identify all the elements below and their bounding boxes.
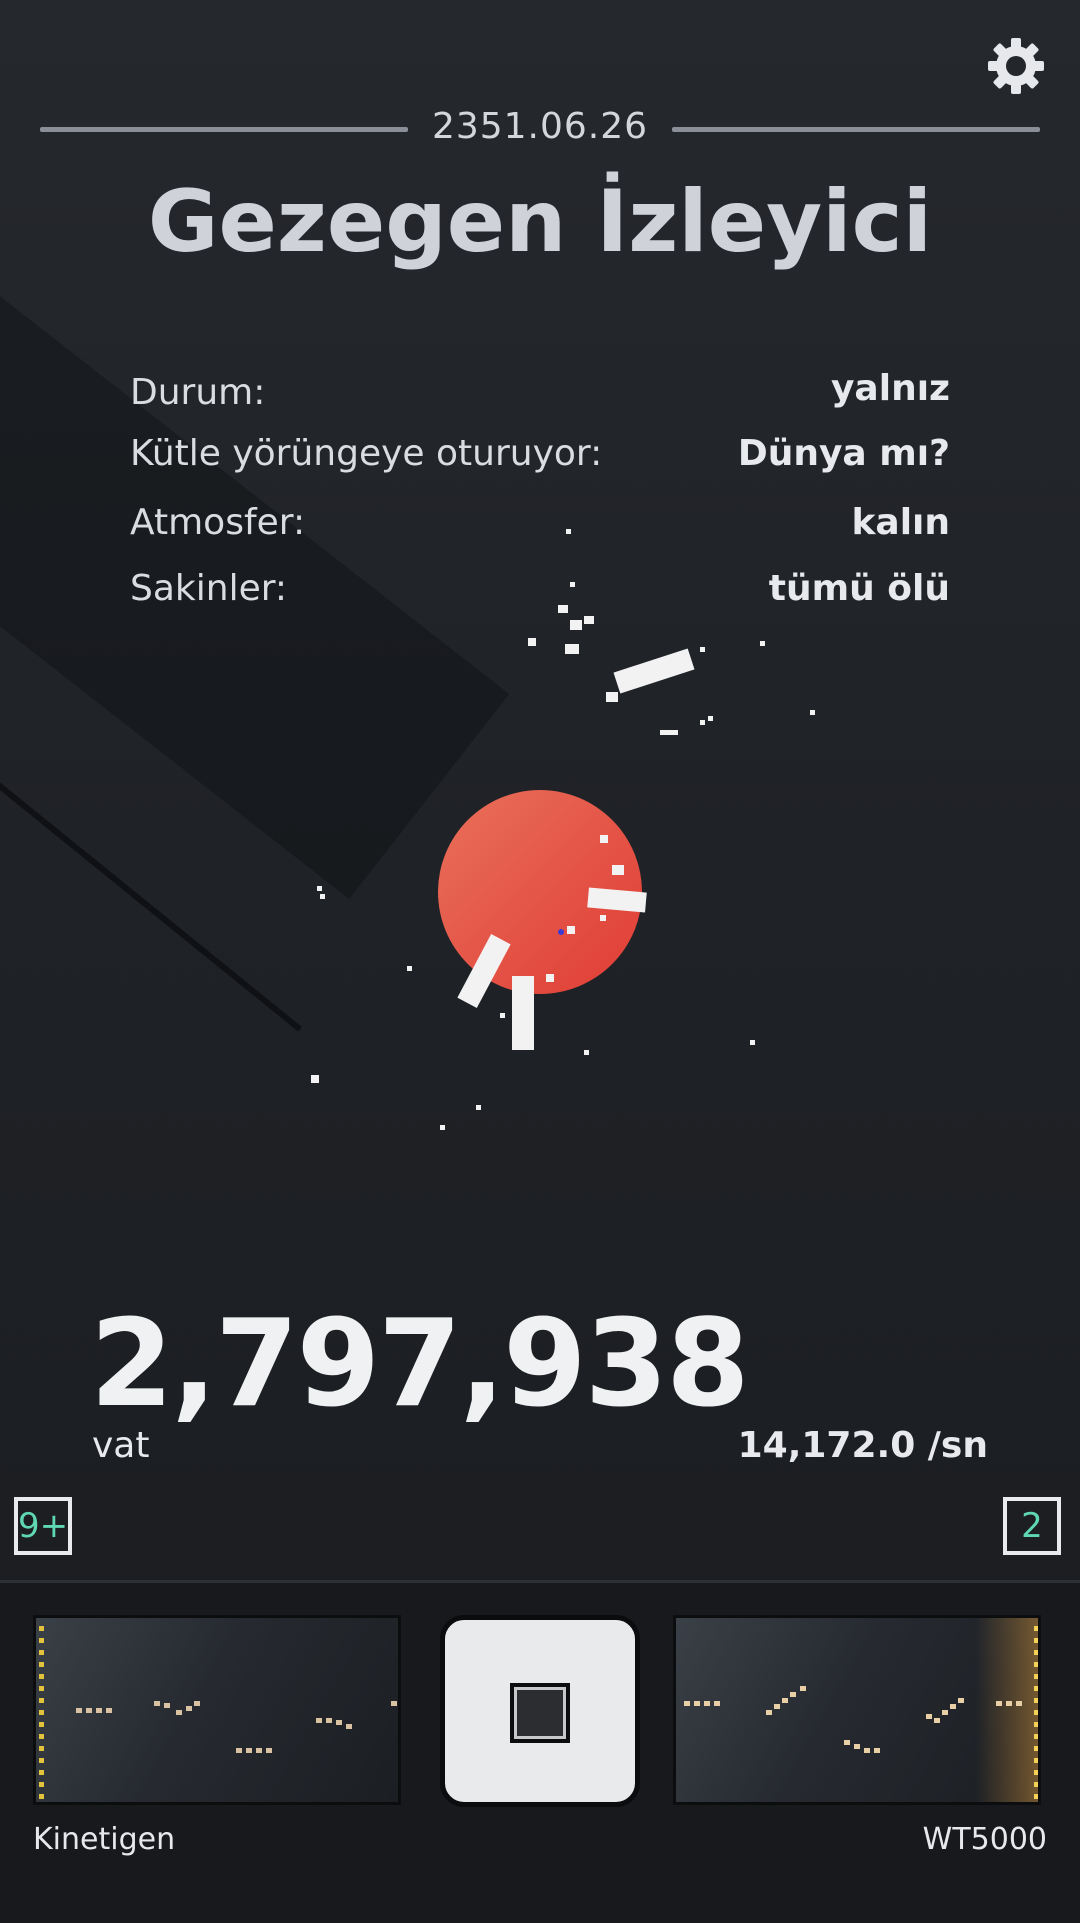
waveform-right	[684, 1618, 1038, 1802]
stop-button[interactable]	[440, 1615, 640, 1807]
score-unit: vat	[92, 1425, 150, 1466]
score-value: 2,797,938	[90, 1295, 750, 1434]
page-title: Gezegen İzleyici	[147, 172, 933, 272]
planet-scene[interactable]	[0, 520, 1080, 1160]
stat-label-mass: Kütle yörüngeye oturuyor:	[130, 433, 603, 474]
generator-panel-left[interactable]	[33, 1615, 401, 1805]
generator-panel-right[interactable]	[673, 1615, 1041, 1805]
generator-label-left: Kinetigen	[33, 1822, 176, 1857]
game-date: 2351.06.26	[431, 106, 649, 147]
header-divider-left	[40, 127, 408, 132]
right-badge[interactable]: 2	[1003, 1497, 1061, 1555]
header-divider-right	[672, 127, 1040, 132]
left-badge[interactable]: 9+	[14, 1497, 72, 1555]
stat-label-status: Durum:	[130, 372, 266, 413]
stop-icon	[510, 1683, 570, 1743]
settings-gear-icon[interactable]	[984, 34, 1048, 98]
score-rate: 14,172.0 /sn	[737, 1425, 988, 1466]
stat-value-status: yalnız	[830, 368, 950, 409]
generator-label-right: WT5000	[922, 1822, 1047, 1857]
stat-value-mass: Dünya mı?	[737, 433, 950, 474]
waveform-left	[39, 1626, 397, 1799]
